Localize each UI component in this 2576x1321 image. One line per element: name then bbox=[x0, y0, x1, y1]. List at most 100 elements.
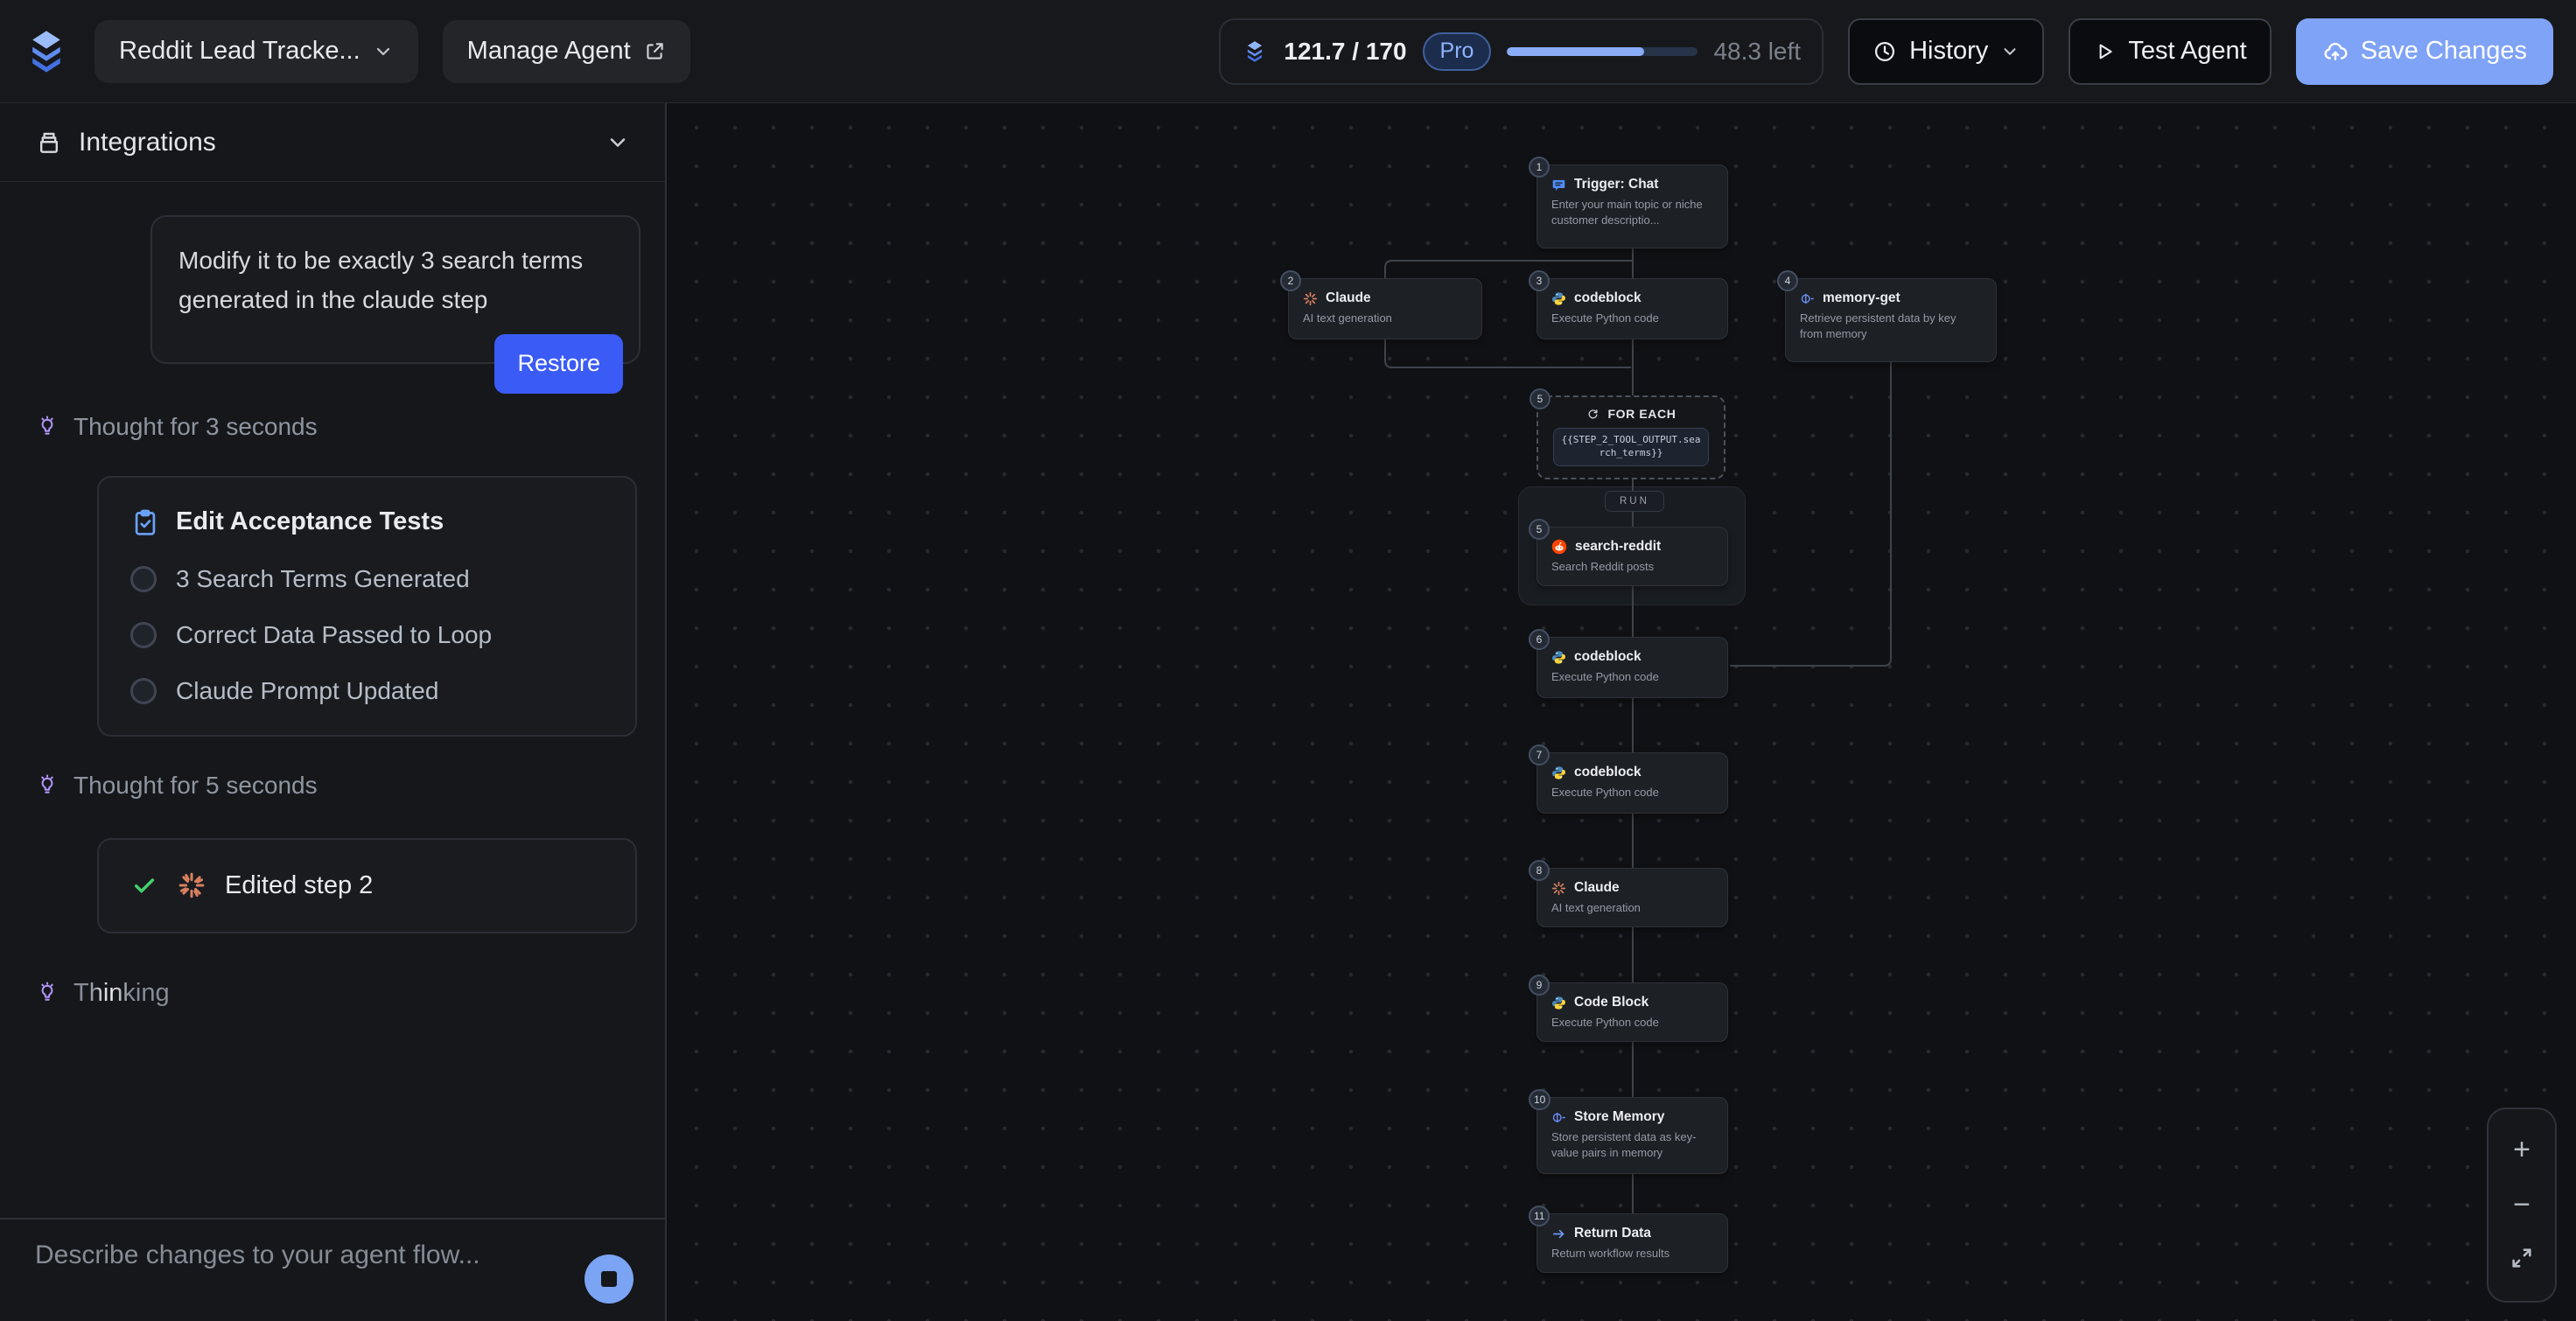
save-changes-button[interactable]: Save Changes bbox=[2295, 17, 2553, 85]
test-agent-button[interactable]: Test Agent bbox=[2068, 17, 2272, 85]
history-button[interactable]: History bbox=[1848, 17, 2045, 85]
chat-input[interactable] bbox=[35, 1241, 525, 1270]
usage-remaining: 48.3 left bbox=[1713, 37, 1802, 65]
check-icon bbox=[134, 878, 155, 893]
test-agent-label: Test Agent bbox=[2128, 37, 2247, 65]
manage-agent-button[interactable]: Manage Agent bbox=[442, 19, 690, 83]
chat-input-area bbox=[0, 1218, 665, 1321]
step-number-badge: 1 bbox=[1529, 157, 1550, 178]
node-subtitle: Execute Python code bbox=[1551, 1016, 1659, 1029]
plan-badge: Pro bbox=[1422, 31, 1492, 71]
lightbulb-icon bbox=[41, 982, 53, 1001]
node-for-each[interactable]: 5 FOR EACH {{STEP_2_TOOL_OUTPUT.search_t… bbox=[1530, 388, 1726, 479]
usage-progress-track bbox=[1507, 46, 1698, 56]
chevron-down-icon bbox=[376, 47, 389, 55]
zoom-in-button[interactable]: + bbox=[2513, 1135, 2530, 1164]
usage-value: 121.7 / 170 bbox=[1284, 37, 1407, 65]
agent-name: Reddit Lead Tracke... bbox=[119, 37, 360, 65]
node-claude[interactable]: 2 Claude AI text generation bbox=[1280, 270, 1482, 339]
lightbulb-icon bbox=[41, 774, 53, 793]
node-subtitle: AI text generation bbox=[1551, 901, 1641, 914]
thought-text: Thought for 3 seconds bbox=[74, 412, 318, 440]
node-claude[interactable]: 8 Claude AI text generation bbox=[1529, 860, 1728, 927]
thinking-row: Thinking bbox=[35, 979, 665, 1008]
canvas-zoom-panel: + − bbox=[2487, 1108, 2557, 1303]
node-subtitle: Enter your main topic or niche customer … bbox=[1551, 198, 1703, 227]
acceptance-item: Claude Prompt Updated bbox=[130, 677, 604, 705]
user-message-text: Modify it to be exactly 3 search terms g… bbox=[178, 247, 584, 313]
claude-starburst-icon bbox=[1551, 881, 1566, 895]
node-title: memory-get bbox=[1823, 290, 1900, 305]
integrations-icon bbox=[40, 132, 58, 153]
for-each-label: FOR EACH bbox=[1607, 407, 1676, 421]
test-status-circle[interactable] bbox=[130, 677, 157, 704]
node-codeblock[interactable]: 7 codeblock Execute Python code bbox=[1529, 744, 1728, 814]
for-each-expression[interactable]: {{STEP_2_TOOL_OUTPUT.search_terms}} bbox=[1553, 428, 1709, 466]
node-subtitle: Retrieve persistent data by key from mem… bbox=[1800, 311, 1956, 340]
workflow-canvas[interactable]: RUN 1 Trigger: Chat Enter your main topi… bbox=[668, 103, 2576, 1321]
step-number-badge: 11 bbox=[1529, 1206, 1550, 1227]
sidebar: Integrations Modify it to be exactly 3 s… bbox=[0, 103, 667, 1321]
zoom-out-button[interactable]: − bbox=[2513, 1190, 2530, 1220]
fullscreen-button[interactable] bbox=[2510, 1246, 2534, 1276]
expand-icon bbox=[2512, 1248, 2531, 1268]
node-trigger-chat[interactable]: 1 Trigger: Chat Enter your main topic or… bbox=[1529, 157, 1728, 248]
acceptance-item-label: 3 Search Terms Generated bbox=[176, 564, 470, 592]
thinking-text: Thinking bbox=[74, 978, 170, 1007]
chat-trigger-icon bbox=[1552, 179, 1565, 191]
node-title: codeblock bbox=[1574, 765, 1642, 779]
usage-meter: 121.7 / 170 Pro 48.3 left bbox=[1219, 17, 1824, 85]
test-status-circle[interactable] bbox=[130, 621, 157, 648]
history-label: History bbox=[1909, 37, 1989, 65]
thought-row-2: Thought for 5 seconds bbox=[35, 772, 665, 800]
node-search-reddit[interactable]: 5 search-reddit Search Reddit posts bbox=[1529, 519, 1728, 586]
test-status-circle[interactable] bbox=[130, 565, 157, 592]
save-changes-label: Save Changes bbox=[2360, 37, 2527, 65]
step-number-badge: 9 bbox=[1529, 975, 1550, 996]
node-codeblock[interactable]: 6 codeblock Execute Python code bbox=[1529, 629, 1728, 698]
python-icon bbox=[1552, 291, 1565, 305]
acceptance-title-row: Edit Acceptance Tests bbox=[130, 507, 604, 537]
node-memory-get[interactable]: 4 memory-get Retrieve persistent data by… bbox=[1777, 270, 1997, 362]
topbar: Reddit Lead Tracke... Manage Agent 121.7… bbox=[0, 0, 2576, 103]
acceptance-item: Correct Data Passed to Loop bbox=[130, 621, 604, 649]
node-title: Return Data bbox=[1574, 1226, 1651, 1241]
memory-icon bbox=[1552, 1112, 1565, 1122]
chevron-down-icon bbox=[2004, 47, 2016, 55]
acceptance-item-label: Correct Data Passed to Loop bbox=[176, 620, 493, 648]
claude-starburst-icon bbox=[178, 872, 205, 898]
external-link-icon bbox=[647, 42, 663, 59]
integrations-header[interactable]: Integrations bbox=[0, 103, 665, 182]
run-label-chip: RUN bbox=[1605, 491, 1664, 512]
step-number-badge: 3 bbox=[1529, 270, 1550, 291]
agent-name-dropdown[interactable]: Reddit Lead Tracke... bbox=[94, 19, 418, 83]
edited-step-card: Edited step 2 bbox=[97, 837, 637, 933]
node-title: search-reddit bbox=[1575, 539, 1662, 554]
node-code-block[interactable]: 9 Code Block Execute Python code bbox=[1529, 975, 1728, 1042]
node-store-memory[interactable]: 10 Store Memory Store persistent data as… bbox=[1529, 1089, 1728, 1174]
stop-button[interactable] bbox=[584, 1255, 634, 1304]
node-codeblock[interactable]: 3 codeblock Execute Python code bbox=[1529, 270, 1728, 339]
node-subtitle: AI text generation bbox=[1303, 311, 1392, 325]
restore-button[interactable]: Restore bbox=[494, 334, 623, 394]
acceptance-title: Edit Acceptance Tests bbox=[176, 507, 444, 536]
python-icon bbox=[1552, 765, 1565, 779]
thought-row-1: Thought for 3 seconds bbox=[35, 413, 665, 441]
step-number-badge: 8 bbox=[1529, 860, 1550, 881]
memory-icon bbox=[1801, 293, 1814, 304]
chevron-down-icon bbox=[610, 137, 626, 147]
edited-step-text: Edited step 2 bbox=[225, 870, 374, 899]
step-number-badge: 2 bbox=[1280, 270, 1301, 291]
manage-agent-label: Manage Agent bbox=[466, 37, 631, 65]
user-message-card: Modify it to be exactly 3 search terms g… bbox=[150, 215, 640, 394]
node-subtitle: Search Reddit posts bbox=[1551, 560, 1655, 573]
cloud-upload-icon bbox=[2324, 42, 2348, 60]
node-subtitle: Execute Python code bbox=[1551, 670, 1659, 683]
step-number-badge: 4 bbox=[1777, 270, 1798, 291]
node-title: Claude bbox=[1574, 880, 1620, 895]
node-subtitle: Return workflow results bbox=[1551, 1247, 1670, 1260]
node-title: Claude bbox=[1326, 290, 1371, 305]
node-return-data[interactable]: 11 Return Data Return workflow results bbox=[1529, 1206, 1728, 1273]
thought-text: Thought for 5 seconds bbox=[74, 771, 318, 799]
node-subtitle: Execute Python code bbox=[1551, 311, 1659, 325]
